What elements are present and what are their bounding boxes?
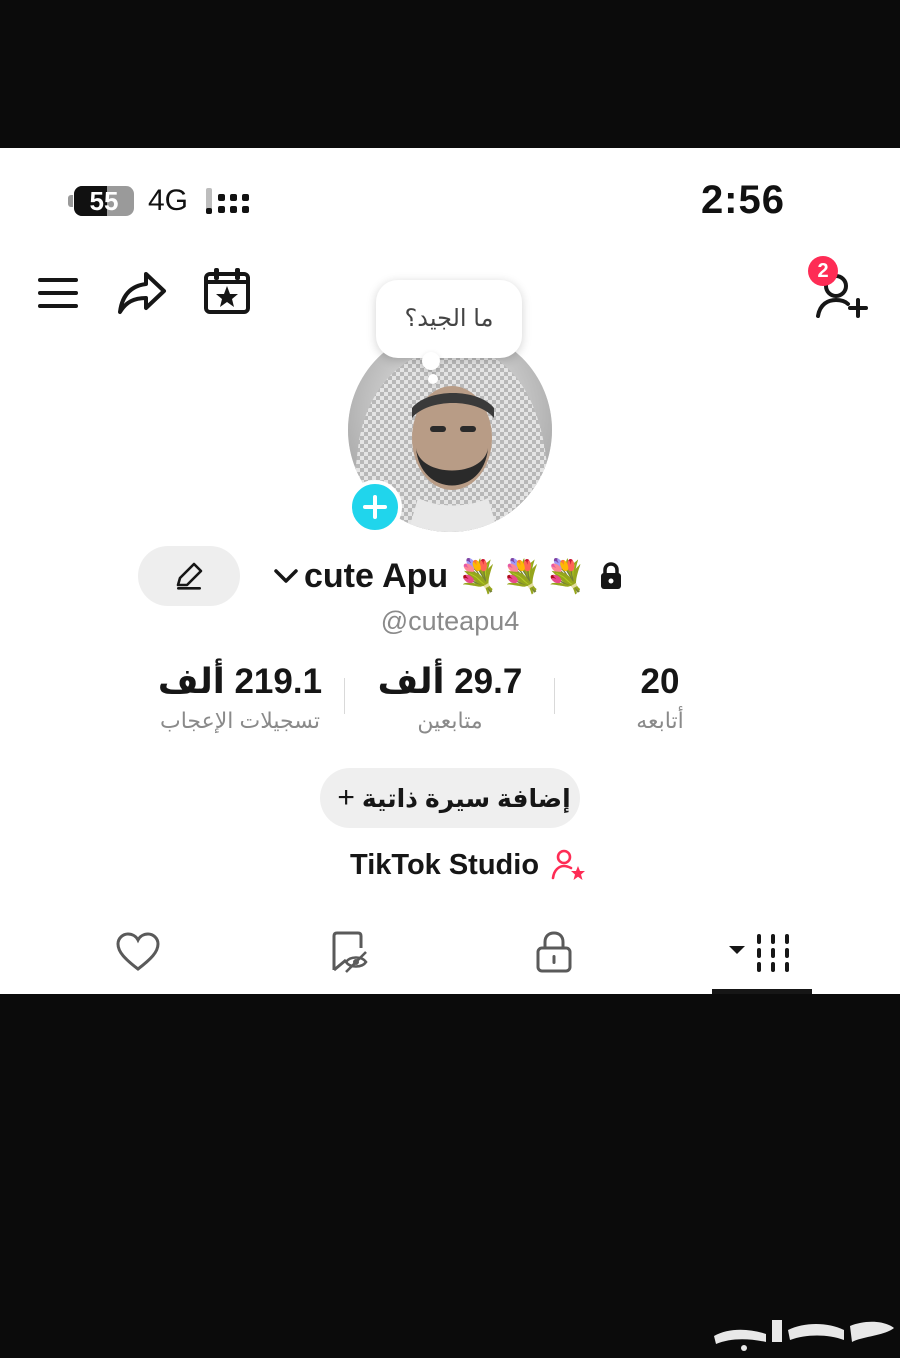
battery-percent: 55 [89,186,119,216]
followers-count: 29.7 ألف [377,662,523,701]
status-time: 2:56 [700,178,785,222]
tab-favorites[interactable] [318,924,378,980]
username: @cuteapu4 [380,606,520,636]
likes-stat[interactable]: 219.1 ألف تسجيلات الإعجاب [140,662,340,734]
likes-label: تسجيلات الإعجاب [160,708,320,733]
top-black-bar [0,0,900,148]
bio-button-label: إضافة سيرة ذاتية [361,785,571,813]
following-label: أتابعه [636,708,684,733]
add-bio-button[interactable]: إضافة سيرة ذاتية + [320,768,580,828]
signal-icon [206,188,249,214]
followers-stat[interactable]: 29.7 ألف متابعين [350,662,550,734]
following-count: 20 [640,662,680,701]
edit-profile-button[interactable] [138,546,240,606]
network-type: 4G [148,184,189,217]
battery-indicator: 55 [68,186,134,216]
tab-videos[interactable] [722,924,802,980]
notification-badge: 2 [808,256,838,286]
grid-icon [729,934,789,972]
tab-liked[interactable] [108,924,168,980]
name-decoration: 💐💐💐 [458,557,590,595]
display-name: cute Apu [304,556,449,595]
calendar-star-icon[interactable] [202,266,252,316]
add-friend-button[interactable]: 2 [808,256,868,320]
stat-divider [554,678,555,714]
stat-divider [344,678,345,714]
studio-label: TikTok Studio [350,848,540,881]
creator-star-icon [551,849,586,880]
plus-icon: + [337,781,355,814]
tab-private[interactable] [524,924,584,980]
lock-icon [536,931,572,973]
tiktok-studio-link[interactable]: TikTok Studio [350,842,587,888]
likes-count: 219.1 ألف [157,662,323,701]
add-avatar-button[interactable] [348,480,402,534]
heart-icon [116,932,160,971]
phone-screen: 55 4G 2:56 2 ما الجيد؟ cute Apu 💐💐💐 @cut… [0,148,900,994]
account-switcher[interactable]: cute Apu 💐💐💐 [272,550,624,602]
menu-icon[interactable] [36,276,82,310]
following-stat[interactable]: 20 أتابعه [580,662,740,734]
haraj-watermark-logo [714,1320,894,1351]
bubble-tail-small [428,374,438,384]
chevron-down-icon [274,569,298,583]
bookmark-hidden-icon [332,931,368,973]
followers-label: متابعين [417,708,483,733]
private-account-lock-icon [600,562,621,589]
bottom-black-bar [0,994,900,1358]
bubble-tail [422,352,440,370]
pencil-icon [176,562,203,590]
share-icon[interactable] [116,268,168,316]
status-bubble[interactable]: ما الجيد؟ [376,280,522,358]
